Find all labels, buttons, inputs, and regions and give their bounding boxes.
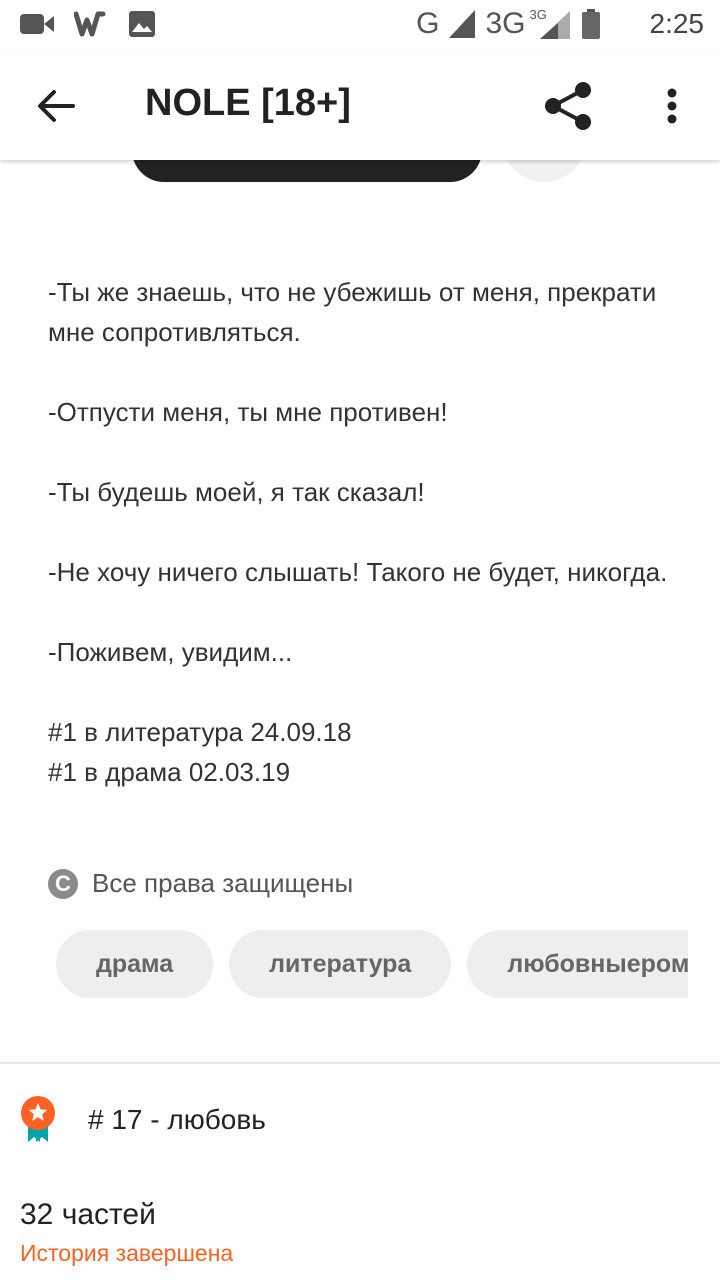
- ranking-label: # 17 - любовь: [88, 1104, 266, 1135]
- description-line: -Отпусти меня, ты мне противен!: [48, 397, 448, 427]
- status-right: G 3G 3G 2:25: [416, 7, 704, 41]
- wattpad-icon: [74, 11, 106, 37]
- status-left-icons: [20, 10, 156, 38]
- share-icon: [545, 82, 591, 130]
- tag-list: драма литература любовныероман: [56, 930, 688, 998]
- signal-3g-icon: [539, 11, 570, 39]
- description-line: -Не хочу ничего слышать! Такого не будет…: [48, 557, 668, 587]
- tag-chip[interactable]: литература: [229, 930, 452, 998]
- ranking-row[interactable]: # 17 - любовь: [20, 1096, 700, 1146]
- signal-icon: [449, 10, 476, 38]
- app-bar: NOLE [18+]: [0, 50, 720, 160]
- description-line: -Ты будешь моей, я так сказал!: [48, 477, 425, 507]
- description-line: -Ты же знаешь, что не убежишь от меня, п…: [48, 277, 657, 347]
- network-3g-label: 3G: [485, 7, 526, 40]
- network-g-label: G: [416, 7, 440, 40]
- copyright-label: Все права защищены: [92, 868, 354, 898]
- share-button[interactable]: [540, 78, 596, 134]
- description-line: #1 в драма 02.03.19: [48, 757, 291, 787]
- story-description: -Ты же знаешь, что не убежишь от меня, п…: [48, 272, 688, 792]
- clock: 2:25: [649, 8, 705, 39]
- image-icon: [129, 11, 155, 37]
- copyright-icon: C: [48, 868, 78, 899]
- tag-chip[interactable]: любовныероман: [467, 930, 688, 998]
- more-vert-icon: [667, 88, 677, 124]
- tag-chip[interactable]: драма: [56, 930, 214, 998]
- more-options-button[interactable]: [650, 78, 694, 134]
- divider: [0, 1062, 720, 1064]
- description-line: #1 в литература 24.09.18: [48, 717, 352, 747]
- story-status: История завершена: [20, 1240, 234, 1266]
- description-line: -Поживем, увидим...: [48, 637, 293, 667]
- back-button[interactable]: [30, 80, 82, 132]
- status-bar: G 3G 3G 2:25: [0, 0, 720, 50]
- ranking-badge-icon: [21, 1096, 55, 1142]
- video-camera-icon: [20, 14, 54, 34]
- battery-icon: [581, 9, 600, 39]
- page-title: NOLE [18+]: [145, 82, 351, 124]
- parts-count: 32 частей: [20, 1198, 156, 1231]
- signal-3g-wrap: 3G: [530, 7, 572, 39]
- copyright-notice: C Все права защищены: [48, 868, 353, 899]
- arrow-back-icon: [38, 90, 75, 122]
